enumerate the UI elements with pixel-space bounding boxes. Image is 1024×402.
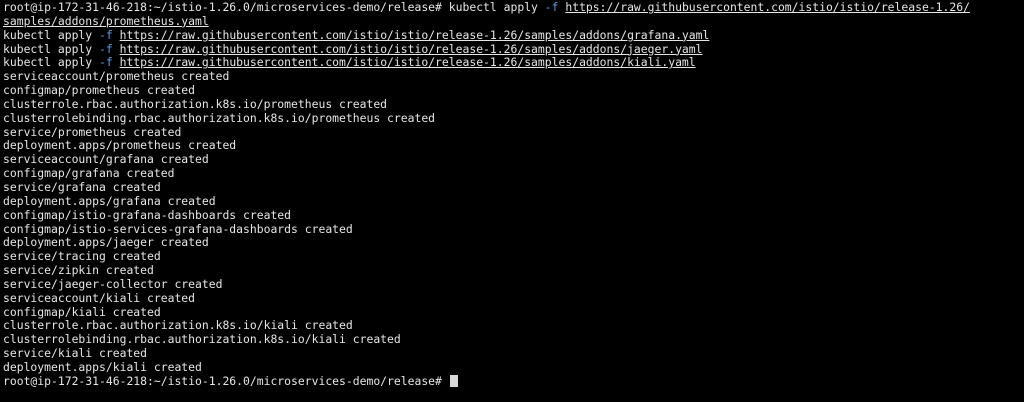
- command-line-1: root@ip-172-31-46-218:~/istio-1.26.0/mic…: [3, 0, 1024, 15]
- output-line: deployment.apps/prometheus created: [3, 138, 237, 153]
- output-line: clusterrolebinding.rbac.authorization.k8…: [3, 332, 401, 347]
- prompt-line[interactable]: root@ip-172-31-46-218:~/istio-1.26.0/mic…: [3, 373, 1024, 389]
- flag: -f: [99, 27, 113, 42]
- output-line: service/zipkin created: [3, 263, 154, 278]
- flag: -f: [544, 0, 559, 14]
- output-line: deployment.apps/grafana created: [3, 193, 216, 208]
- output-line: configmap/grafana created: [3, 166, 175, 181]
- output-line: serviceaccount/kiali created: [3, 290, 196, 305]
- terminal-window[interactable]: root@ip-172-31-46-218:~/istio-1.26.0/mic…: [0, 0, 1024, 402]
- command: kubectl apply: [448, 0, 538, 14]
- command: kubectl apply: [3, 41, 93, 56]
- output-line: service/tracing created: [3, 249, 161, 264]
- url-jaeger[interactable]: https://raw.githubusercontent.com/istio/…: [120, 42, 703, 56]
- prompt: root@ip-172-31-46-218:~/istio-1.26.0/mic…: [3, 373, 442, 388]
- url-prometheus-part1[interactable]: https://raw.githubusercontent.com/istio/…: [565, 0, 970, 14]
- output-line: service/prometheus created: [3, 124, 182, 139]
- output-line: serviceaccount/grafana created: [3, 152, 209, 167]
- output-line: configmap/istio-grafana-dashboards creat…: [3, 207, 292, 222]
- url-prometheus-part2[interactable]: samples/addons/prometheus.yaml: [3, 14, 209, 28]
- output-line: clusterrole.rbac.authorization.k8s.io/pr…: [3, 96, 388, 111]
- flag: -f: [99, 55, 113, 70]
- command-line-1-wrap: samples/addons/prometheus.yaml: [3, 14, 1024, 29]
- command: kubectl apply: [3, 55, 93, 70]
- output-line: clusterrolebinding.rbac.authorization.k8…: [3, 110, 436, 125]
- output-line: clusterrole.rbac.authorization.k8s.io/ki…: [3, 318, 353, 333]
- output-line: deployment.apps/kiali created: [3, 359, 202, 374]
- url-grafana[interactable]: https://raw.githubusercontent.com/istio/…: [120, 28, 710, 42]
- cursor-block-icon: [449, 374, 458, 387]
- command-line-2: kubectl apply -f https://raw.githubuserc…: [3, 27, 1024, 43]
- prompt: root@ip-172-31-46-218:~/istio-1.26.0/mic…: [3, 0, 442, 14]
- output-line: serviceaccount/prometheus created: [3, 69, 230, 84]
- output-line: service/jaeger-collector created: [3, 276, 223, 291]
- command-line-4: kubectl apply -f https://raw.githubuserc…: [3, 55, 1024, 70]
- output-line: configmap/kiali created: [3, 304, 161, 319]
- output-line: configmap/istio-services-grafana-dashboa…: [3, 221, 353, 236]
- output-line: configmap/prometheus created: [3, 83, 196, 98]
- output-line: service/kiali created: [3, 346, 148, 361]
- command-line-3: kubectl apply -f https://raw.githubuserc…: [3, 41, 1024, 57]
- output-line: service/grafana created: [3, 179, 161, 194]
- command: kubectl apply: [3, 27, 93, 42]
- flag: -f: [99, 41, 113, 56]
- output-line: deployment.apps/jaeger created: [3, 235, 209, 250]
- url-kiali[interactable]: https://raw.githubusercontent.com/istio/…: [120, 55, 696, 69]
